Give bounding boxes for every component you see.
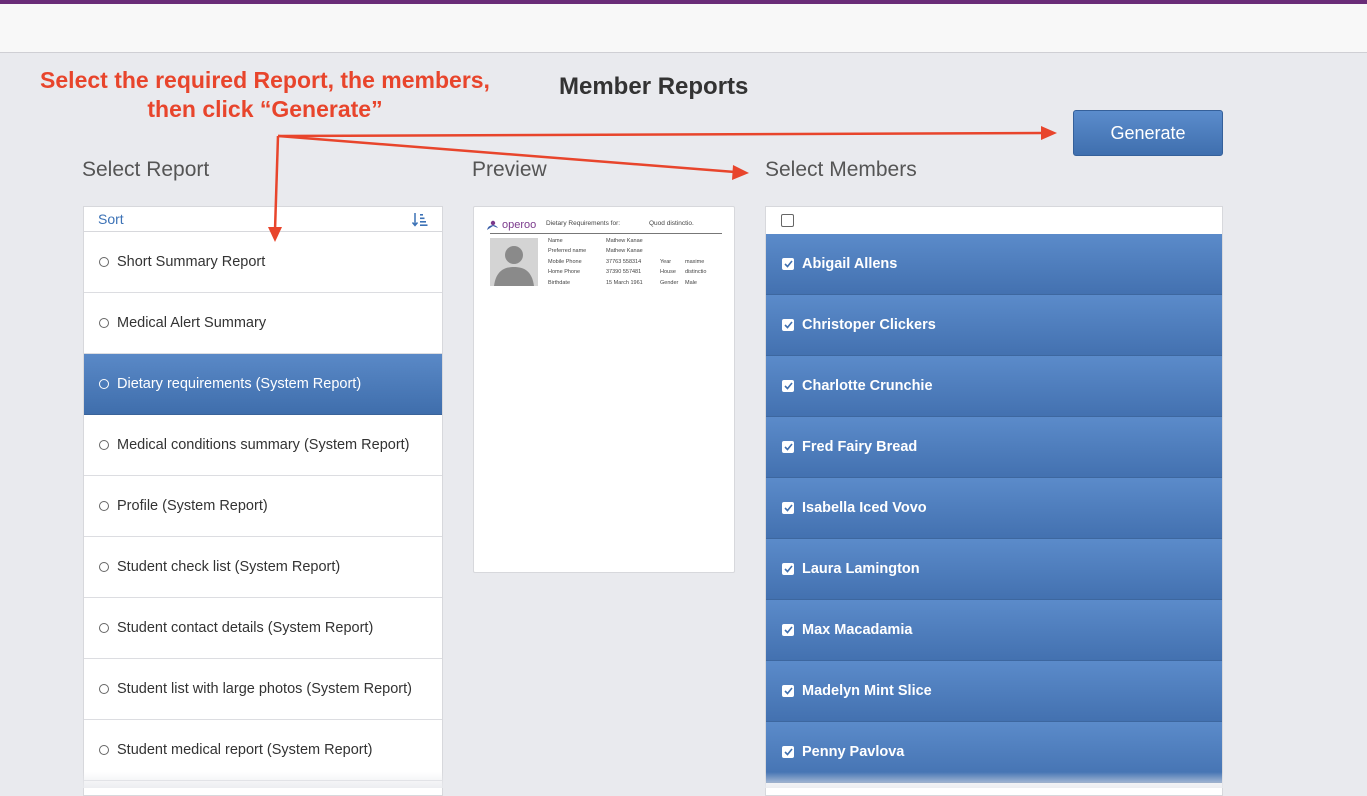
preview-mobile-label: Mobile Phone bbox=[548, 259, 582, 265]
member-row[interactable]: Max Macadamia bbox=[766, 600, 1222, 661]
preview-divider bbox=[490, 233, 722, 234]
member-name: Laura Lamington bbox=[802, 561, 920, 577]
checkbox-checked-icon[interactable] bbox=[782, 319, 794, 331]
select-all-row bbox=[766, 207, 1222, 234]
checkbox-checked-icon[interactable] bbox=[782, 380, 794, 392]
member-items: Abigail Allens Christoper Clickers Charl… bbox=[766, 234, 1222, 783]
preview-house-value: distinctio bbox=[685, 269, 707, 275]
select-all-checkbox[interactable] bbox=[781, 214, 794, 227]
preview-gender-label: Gender bbox=[660, 280, 679, 286]
preview-name-value: Mathew Kanae bbox=[606, 238, 643, 244]
member-name: Christoper Clickers bbox=[802, 317, 936, 333]
operoo-logo: operoo bbox=[486, 219, 536, 231]
member-row[interactable]: Abigail Allens bbox=[766, 234, 1222, 295]
preview-mobile-value: 37763 558314 bbox=[606, 259, 642, 265]
preview-home-value: 37390 557481 bbox=[606, 269, 642, 275]
page-title: Member Reports bbox=[559, 73, 749, 100]
member-name: Penny Pavlova bbox=[802, 744, 905, 760]
radio-icon bbox=[99, 318, 109, 328]
member-list: Abigail Allens Christoper Clickers Charl… bbox=[765, 206, 1223, 796]
radio-icon bbox=[99, 501, 109, 511]
report-option[interactable]: Student medical report (System Report) bbox=[84, 720, 442, 781]
report-option-label: Medical Alert Summary bbox=[117, 315, 267, 331]
radio-icon bbox=[99, 379, 109, 389]
report-preview: operoo Dietary Requirements for: Quod di… bbox=[473, 206, 735, 573]
preview-name-label: Name bbox=[548, 238, 563, 244]
member-row[interactable]: Madelyn Mint Slice bbox=[766, 661, 1222, 722]
report-option-label: Profile (System Report) bbox=[117, 498, 268, 514]
report-option-label: Student list with large photos (System R… bbox=[117, 681, 412, 697]
report-items: Short Summary Report Medical Alert Summa… bbox=[84, 232, 442, 781]
preview-birth-label: Birthdate bbox=[548, 280, 571, 286]
report-option[interactable]: Dietary requirements (System Report) bbox=[84, 354, 442, 415]
report-option-label: Short Summary Report bbox=[117, 254, 266, 270]
member-name: Charlotte Crunchie bbox=[802, 378, 933, 394]
operoo-logo-text: operoo bbox=[502, 219, 537, 231]
operoo-logo-icon bbox=[487, 220, 498, 230]
checkbox-checked-icon[interactable] bbox=[782, 685, 794, 697]
select-report-heading: Select Report bbox=[82, 158, 210, 181]
checkbox-checked-icon[interactable] bbox=[782, 258, 794, 270]
report-option[interactable]: Student check list (System Report) bbox=[84, 537, 442, 598]
preview-heading-text: Dietary Requirements for: bbox=[546, 220, 621, 227]
report-option[interactable]: Medical conditions summary (System Repor… bbox=[84, 415, 442, 476]
report-option-label: Student check list (System Report) bbox=[117, 559, 341, 575]
member-name: Fred Fairy Bread bbox=[802, 439, 918, 455]
preview-year-value: maxime bbox=[685, 259, 705, 265]
report-option[interactable]: Medical Alert Summary bbox=[84, 293, 442, 354]
report-option-label: Student medical report (System Report) bbox=[117, 742, 373, 758]
instruction-annotation: Select the required Report, the members,… bbox=[18, 66, 512, 124]
preview-heading-value: Quod distinctio. bbox=[649, 220, 694, 227]
annotation-line-1: Select the required Report, the members, bbox=[40, 67, 490, 93]
select-members-heading: Select Members bbox=[765, 158, 917, 181]
member-row[interactable]: Laura Lamington bbox=[766, 539, 1222, 600]
radio-icon bbox=[99, 745, 109, 755]
checkbox-checked-icon[interactable] bbox=[782, 441, 794, 453]
report-option-label: Dietary requirements (System Report) bbox=[117, 376, 362, 392]
report-option-label: Student contact details (System Report) bbox=[117, 620, 374, 636]
report-option[interactable]: Short Summary Report bbox=[84, 232, 442, 293]
radio-icon bbox=[99, 623, 109, 633]
checkbox-checked-icon[interactable] bbox=[782, 502, 794, 514]
preview-preferred-value: Mathew Kanae bbox=[606, 248, 643, 254]
member-name: Max Macadamia bbox=[802, 622, 913, 638]
preview-house-label: House bbox=[660, 269, 676, 275]
radio-icon bbox=[99, 440, 109, 450]
report-option[interactable]: Profile (System Report) bbox=[84, 476, 442, 537]
arrow-head-generate bbox=[1041, 126, 1057, 140]
radio-icon bbox=[99, 684, 109, 694]
preview-gender-value: Male bbox=[685, 280, 697, 286]
checkbox-checked-icon[interactable] bbox=[782, 624, 794, 636]
checkbox-checked-icon[interactable] bbox=[782, 746, 794, 758]
preview-home-label: Home Phone bbox=[548, 269, 581, 275]
report-option[interactable]: Student contact details (System Report) bbox=[84, 598, 442, 659]
radio-icon bbox=[99, 562, 109, 572]
member-row[interactable]: Charlotte Crunchie bbox=[766, 356, 1222, 417]
avatar-placeholder-icon bbox=[490, 238, 538, 286]
sort-bar: Sort bbox=[84, 207, 442, 232]
report-option[interactable]: Student list with large photos (System R… bbox=[84, 659, 442, 720]
preview-heading: Preview bbox=[472, 158, 547, 181]
member-name: Isabella Iced Vovo bbox=[802, 500, 927, 516]
preview-preferred-label: Preferred name bbox=[548, 248, 587, 254]
member-row[interactable]: Penny Pavlova bbox=[766, 722, 1222, 783]
radio-icon bbox=[99, 257, 109, 267]
header-bar bbox=[0, 4, 1367, 53]
member-name: Madelyn Mint Slice bbox=[802, 683, 932, 699]
checkbox-checked-icon[interactable] bbox=[782, 563, 794, 575]
sort-button[interactable]: Sort bbox=[98, 211, 124, 227]
member-row[interactable]: Christoper Clickers bbox=[766, 295, 1222, 356]
report-list: Sort Short Summary Report Medical Alert … bbox=[83, 206, 443, 796]
generate-button[interactable]: Generate bbox=[1073, 110, 1223, 156]
preview-year-label: Year bbox=[660, 259, 672, 265]
member-row[interactable]: Isabella Iced Vovo bbox=[766, 478, 1222, 539]
arrow-head-members bbox=[732, 165, 749, 180]
preview-birth-value: 15 March 1961 bbox=[606, 280, 643, 286]
annotation-line-2: then click “Generate” bbox=[147, 96, 383, 122]
sort-amount-icon[interactable] bbox=[412, 212, 428, 227]
report-option-label: Medical conditions summary (System Repor… bbox=[117, 437, 410, 453]
member-row[interactable]: Fred Fairy Bread bbox=[766, 417, 1222, 478]
member-name: Abigail Allens bbox=[802, 256, 898, 272]
